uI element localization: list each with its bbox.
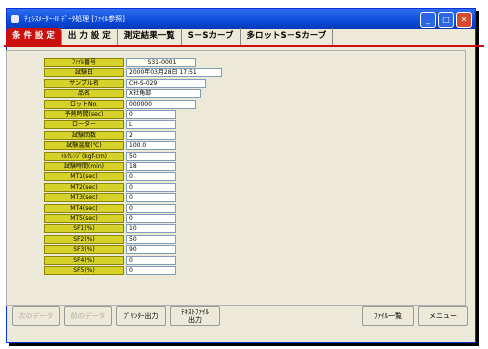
- next-data-button[interactable]: 次のデータ: [12, 306, 60, 326]
- sf2-label: SF2(%): [44, 234, 124, 244]
- mt2-label: MT2(sec): [44, 182, 124, 192]
- field-row-mt5: MT5(sec) 0: [44, 214, 176, 223]
- sf1-field[interactable]: 10: [126, 224, 176, 234]
- file-number-label: ﾌｧｲﾙ番号: [44, 58, 124, 67]
- preheat-time-label: 予熱時間(sec): [44, 110, 124, 119]
- sf3-field[interactable]: 90: [126, 245, 176, 255]
- file-list-button[interactable]: ﾌｧｲﾙ一覧: [362, 306, 414, 326]
- field-row-rotor: ローター L: [44, 120, 176, 130]
- sf3-label: SF3(%): [44, 245, 124, 255]
- product-name-field[interactable]: X社角部: [126, 89, 201, 99]
- rotor-label: ローター: [44, 120, 124, 130]
- printer-output-button[interactable]: ﾌﾟﾘﾝﾀｰ出力: [116, 306, 166, 326]
- torque-range-field[interactable]: 50: [126, 151, 176, 161]
- mt1-label: MT1(sec): [44, 172, 124, 182]
- app-icon: [11, 15, 19, 23]
- sample-name-field[interactable]: CH-S-029: [126, 78, 206, 88]
- test-date-label: 試験日: [44, 68, 124, 78]
- field-row-file-number: ﾌｧｲﾙ番号 S31-0001: [44, 58, 196, 67]
- title-bar: ﾁｪｼｽﾒｰﾀｰ-II ﾃﾞｰﾀ処理 [ﾌｧｲﾙ参照] _ □ ✕: [7, 9, 475, 29]
- field-row-preheat-time: 予熱時間(sec) 0: [44, 110, 176, 119]
- field-row-test-temperature: 試験温度(℃) 100.0: [44, 141, 176, 151]
- field-row-mt2: MT2(sec) 0: [44, 182, 176, 192]
- mt5-label: MT5(sec): [44, 214, 124, 223]
- field-row-sf4: SF4(%) 0: [44, 255, 176, 265]
- test-time-label: 試験時間(min): [44, 162, 124, 171]
- field-row-sample-name: サンプル名 CH-S-029: [44, 78, 206, 88]
- field-row-test-date: 試験日 2000年03月28日 17:51: [44, 68, 222, 78]
- test-time-field[interactable]: 18: [126, 162, 176, 171]
- tab-multi-lot-ss-curve[interactable]: 多ロットS－Sカーブ: [241, 28, 334, 45]
- tab-conditions[interactable]: 条 件 設 定: [6, 28, 62, 45]
- text-file-output-button[interactable]: ﾃｷｽﾄﾌｧｲﾙ 出力: [170, 306, 220, 326]
- lot-number-label: ロットNo.: [44, 99, 124, 109]
- menu-button[interactable]: メニュー: [418, 306, 468, 326]
- field-row-mt3: MT3(sec) 0: [44, 193, 176, 203]
- mt3-label: MT3(sec): [44, 193, 124, 203]
- file-number-field[interactable]: S31-0001: [126, 58, 196, 67]
- sf4-field[interactable]: 0: [126, 255, 176, 265]
- field-row-sf5: SF5(%) 0: [44, 266, 176, 275]
- prev-data-button[interactable]: 前のデータ: [64, 306, 112, 326]
- tab-underline: [4, 45, 484, 47]
- sf1-label: SF1(%): [44, 224, 124, 234]
- product-name-label: 品名: [44, 89, 124, 99]
- field-row-test-time: 試験時間(min) 18: [44, 162, 176, 171]
- test-date-field[interactable]: 2000年03月28日 17:51: [126, 68, 222, 78]
- lot-number-field[interactable]: 000000: [126, 99, 196, 109]
- field-row-test-count: 試験回数 2: [44, 130, 176, 140]
- field-row-torque-range: ﾄﾙｸﾚﾝｼﾞ(kgf-cm) 50: [44, 151, 176, 161]
- field-row-mt1: MT1(sec) 0: [44, 172, 176, 182]
- sample-name-label: サンプル名: [44, 78, 124, 88]
- sf5-field[interactable]: 0: [126, 266, 176, 275]
- test-temperature-label: 試験温度(℃): [44, 141, 124, 151]
- mt3-field[interactable]: 0: [126, 193, 176, 203]
- tab-output-settings[interactable]: 出 力 設 定: [62, 28, 118, 45]
- mt4-field[interactable]: 0: [126, 203, 176, 213]
- field-row-sf2: SF2(%) 50: [44, 234, 176, 244]
- field-row-sf1: SF1(%) 10: [44, 224, 176, 234]
- sf5-label: SF5(%): [44, 266, 124, 275]
- sf4-label: SF4(%): [44, 255, 124, 265]
- field-row-lot-number: ロットNo. 000000: [44, 99, 196, 109]
- minimize-button[interactable]: _: [420, 12, 436, 28]
- test-count-field[interactable]: 2: [126, 130, 176, 140]
- tab-results-list[interactable]: 測定結果一覧: [118, 28, 182, 45]
- torque-range-label: ﾄﾙｸﾚﾝｼﾞ(kgf-cm): [44, 151, 124, 161]
- field-row-mt4: MT4(sec) 0: [44, 203, 176, 213]
- mt4-label: MT4(sec): [44, 203, 124, 213]
- preheat-time-field[interactable]: 0: [126, 110, 176, 119]
- tab-bar: 条 件 設 定 出 力 設 定 測定結果一覧 S－Sカーブ 多ロットS－Sカーブ: [6, 28, 334, 45]
- close-button[interactable]: ✕: [456, 12, 472, 28]
- tab-ss-curve[interactable]: S－Sカーブ: [182, 28, 241, 45]
- mt5-field[interactable]: 0: [126, 214, 176, 223]
- maximize-button[interactable]: □: [438, 12, 454, 28]
- test-count-label: 試験回数: [44, 130, 124, 140]
- window-title: ﾁｪｼｽﾒｰﾀｰ-II ﾃﾞｰﾀ処理 [ﾌｧｲﾙ参照]: [24, 15, 125, 23]
- mt1-field[interactable]: 0: [126, 172, 176, 182]
- rotor-field[interactable]: L: [126, 120, 176, 130]
- sf2-field[interactable]: 50: [126, 234, 176, 244]
- field-row-product-name: 品名 X社角部: [44, 89, 201, 99]
- mt2-field[interactable]: 0: [126, 182, 176, 192]
- test-temperature-field[interactable]: 100.0: [126, 141, 176, 151]
- field-row-sf3: SF3(%) 90: [44, 245, 176, 255]
